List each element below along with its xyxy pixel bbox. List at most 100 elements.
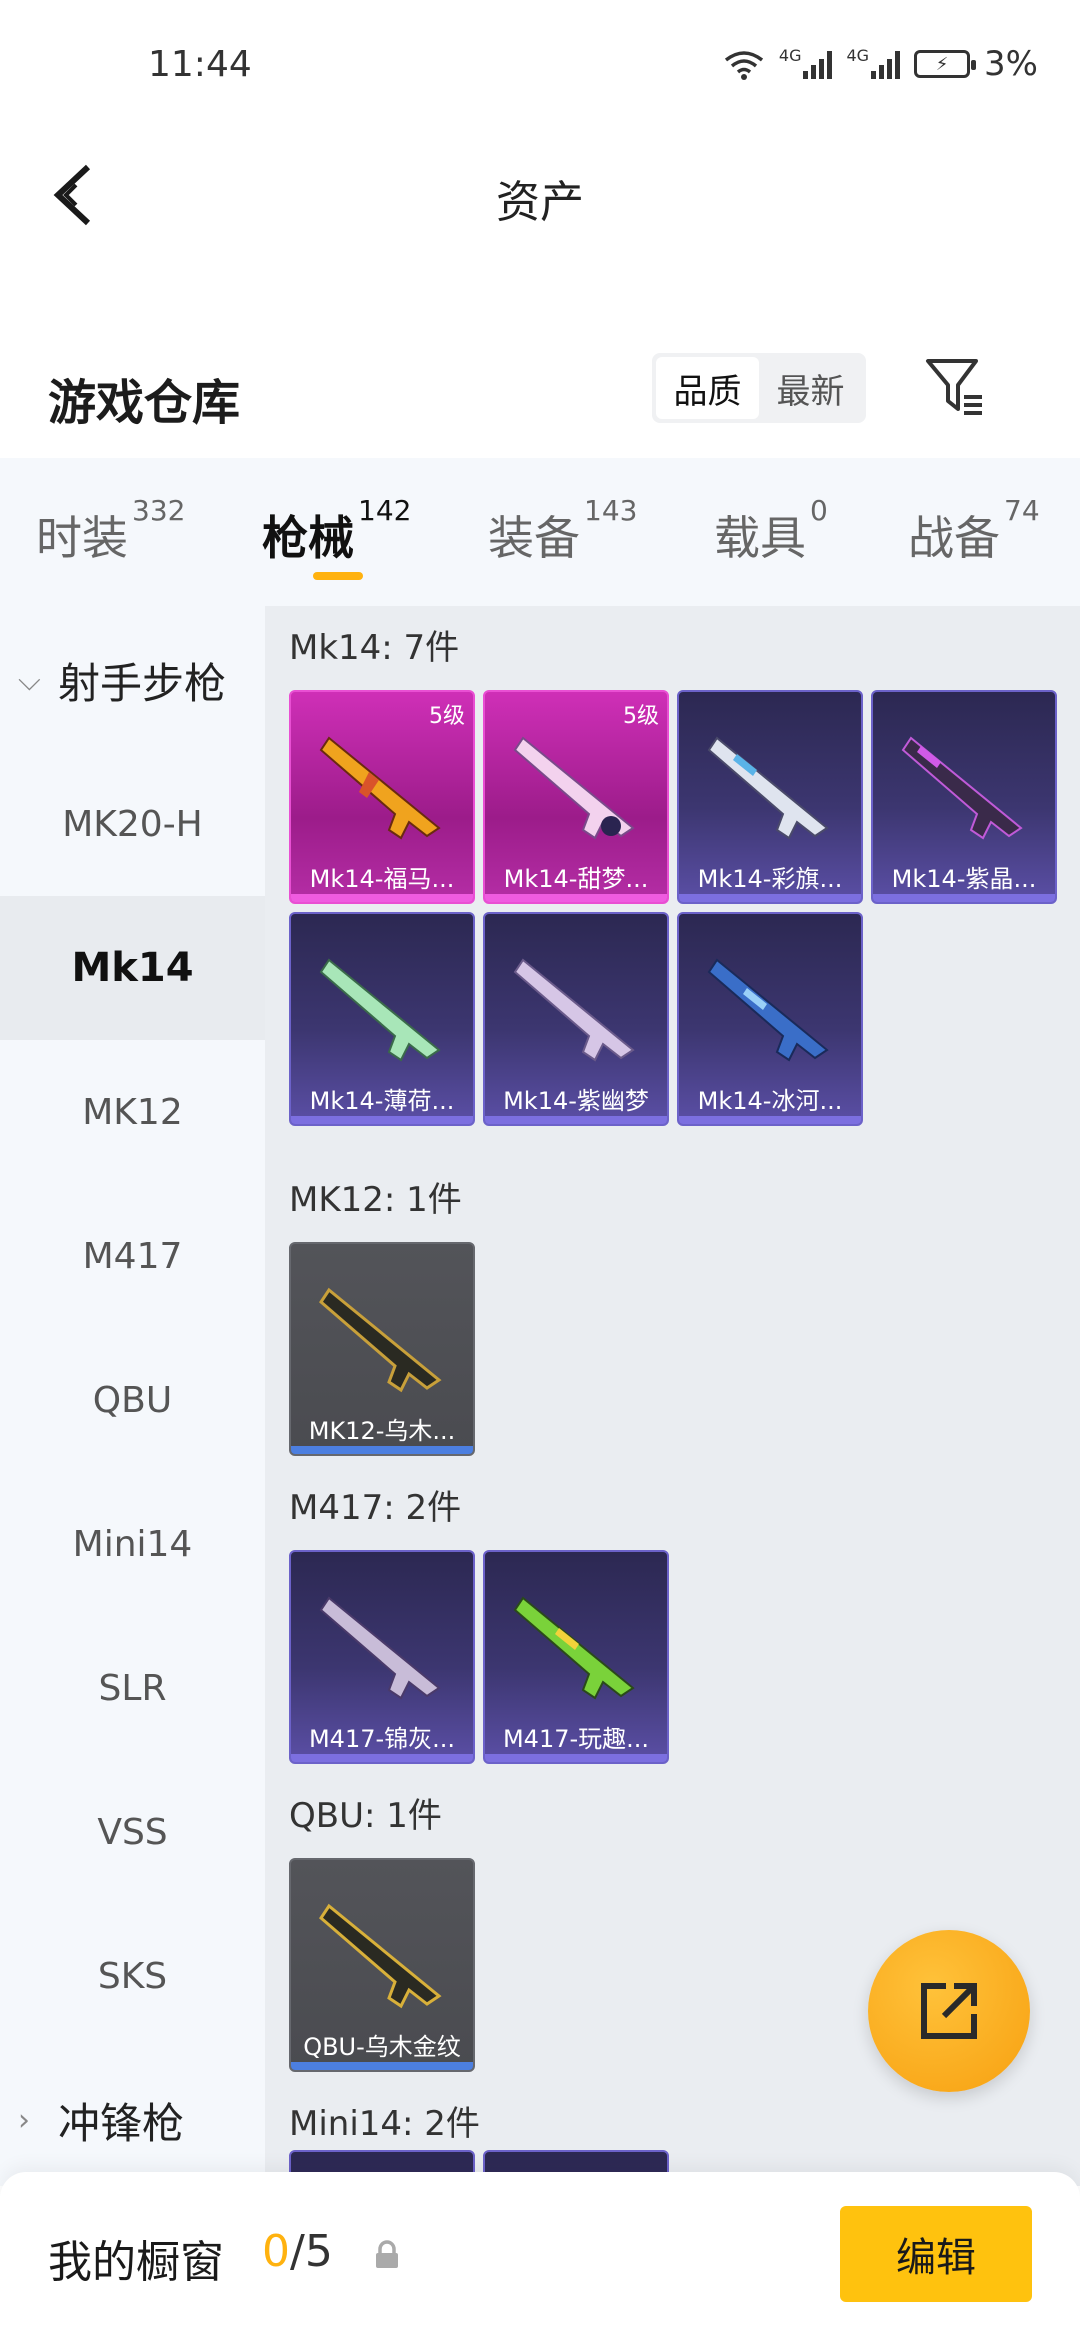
- item-card[interactable]: Mk14-紫晶...: [871, 690, 1057, 904]
- item-card[interactable]: 5级 Mk14-福马...: [289, 690, 475, 904]
- sidebar-item-qbu[interactable]: QBU: [0, 1328, 265, 1472]
- tab-firearms[interactable]: 枪械142: [262, 494, 411, 568]
- sidebar-item-mk20h[interactable]: MK20-H: [0, 752, 265, 896]
- tab-count: 142: [358, 494, 412, 527]
- sidebar-item-vss[interactable]: VSS: [0, 1760, 265, 1904]
- tab-label: 载具: [714, 511, 806, 565]
- rifle-icon: [513, 1596, 635, 1700]
- edit-button[interactable]: 编辑: [840, 2206, 1032, 2302]
- tab-equipment[interactable]: 装备143: [488, 494, 637, 568]
- group-label-mk12: MK12: 1件: [289, 1180, 462, 1220]
- sort-quality-button[interactable]: 品质: [656, 357, 759, 419]
- sidebar: ⌵ 射手步枪 MK20-H Mk14 MK12 M417 QBU Mini14 …: [0, 606, 265, 2186]
- section-header: 游戏仓库 品质 最新: [0, 345, 1080, 455]
- item-card[interactable]: 5级 Mk14-甜梦...: [483, 690, 669, 904]
- status-icons: 4G 4G ⚡ 3%: [723, 44, 1038, 84]
- item-name: Mk14-紫幽梦: [503, 1087, 649, 1115]
- rifle-icon: [707, 958, 829, 1062]
- tab-label: 装备: [488, 511, 580, 565]
- sidebar-item-slr[interactable]: SLR: [0, 1616, 265, 1760]
- rifle-icon: [319, 1287, 442, 1393]
- rarity-strip: [485, 1754, 667, 1762]
- item-card[interactable]: Mk14-紫幽梦: [483, 912, 669, 1126]
- tab-fashion[interactable]: 时装332: [36, 494, 185, 568]
- rarity-strip: [873, 894, 1055, 902]
- tab-vehicles[interactable]: 载具0: [714, 494, 828, 568]
- share-fab[interactable]: [868, 1930, 1030, 2092]
- rifle-icon: [319, 1596, 441, 1700]
- showcase-total: /5: [290, 2226, 333, 2277]
- sidebar-item-mini14[interactable]: Mini14: [0, 1472, 265, 1616]
- group-label-qbu: QBU: 1件: [289, 1796, 442, 1836]
- item-card[interactable]: QBU-乌木金纹: [289, 1858, 475, 2072]
- active-tab-indicator: [313, 572, 363, 580]
- item-name: Mk14-冰河...: [697, 1087, 843, 1115]
- sidebar-item-sks[interactable]: SKS: [0, 1904, 265, 2048]
- group-label-mini14: Mini14: 2件: [289, 2104, 480, 2144]
- rifle-icon: [707, 736, 829, 840]
- tab-count: 74: [1004, 494, 1040, 527]
- lock-icon: [376, 2240, 398, 2268]
- network-type-1: 4G: [778, 46, 802, 65]
- sidebar-item-mk12[interactable]: MK12: [0, 1040, 265, 1184]
- tab-label: 战备: [908, 511, 1000, 565]
- item-card[interactable]: Mk14-薄荷...: [289, 912, 475, 1126]
- item-card[interactable]: Mk14-冰河...: [677, 912, 863, 1126]
- item-card[interactable]: Mk14-彩旗...: [677, 690, 863, 904]
- group-label-m417: M417: 2件: [289, 1488, 462, 1528]
- tab-label: 时装: [36, 511, 128, 565]
- rarity-strip: [291, 894, 473, 902]
- signal-1-icon: 4G: [778, 46, 833, 79]
- tab-supplies[interactable]: 战备74: [908, 494, 1040, 568]
- item-name: Mk14-薄荷...: [309, 1087, 455, 1115]
- sidebar-group-smg[interactable]: › 冲锋枪: [0, 2048, 265, 2192]
- item-card[interactable]: MK12-乌木...: [289, 1242, 475, 1456]
- item-name: QBU-乌木金纹: [303, 2033, 461, 2061]
- rifle-icon: [319, 958, 441, 1062]
- item-name: Mk14-福马...: [309, 865, 455, 893]
- tab-label: 枪械: [262, 511, 354, 565]
- sort-newest-button[interactable]: 最新: [759, 357, 862, 419]
- item-card[interactable]: M417-锦灰...: [289, 1550, 475, 1764]
- battery-icon: ⚡: [914, 50, 977, 78]
- item-name: Mk14-甜梦...: [503, 865, 649, 893]
- rifle-icon: [513, 736, 635, 840]
- item-name: Mk14-彩旗...: [697, 865, 843, 893]
- tab-count: 143: [584, 494, 638, 527]
- battery-percent: 3%: [984, 44, 1038, 84]
- showcase-label: 我的橱窗: [48, 2237, 224, 2288]
- item-name: Mk14-紫晶...: [891, 865, 1037, 893]
- rarity-strip: [679, 894, 861, 902]
- rifle-icon: [319, 1903, 442, 2009]
- rarity-strip: [291, 2062, 473, 2070]
- rarity-strip: [485, 1116, 667, 1124]
- showcase-used: 0: [262, 2226, 290, 2277]
- item-name: MK12-乌木...: [308, 1417, 456, 1445]
- wifi-icon: [724, 51, 763, 80]
- category-tabs: 时装332 枪械142 装备143 载具0 战备74: [0, 458, 1080, 606]
- sidebar-item-mk14[interactable]: Mk14: [0, 896, 265, 1040]
- showcase-bar: 我的橱窗 0/5 编辑: [0, 2172, 1080, 2340]
- tab-count: 332: [132, 494, 186, 527]
- chevron-down-icon: ⌵: [18, 662, 41, 698]
- external-link-icon: [921, 1983, 977, 2039]
- sort-toggle: 品质 最新: [652, 353, 866, 423]
- sidebar-group-marksman[interactable]: ⌵ 射手步枪: [0, 608, 265, 752]
- group-label-mk14: Mk14: 7件: [289, 628, 460, 668]
- item-card[interactable]: M417-玩趣...: [483, 1550, 669, 1764]
- rifle-icon: [319, 736, 441, 840]
- rifle-icon: [901, 736, 1023, 840]
- status-bar: 11:44 4G 4G ⚡ 3%: [0, 0, 1080, 130]
- rarity-strip: [485, 894, 667, 902]
- chevron-right-icon: ›: [18, 2102, 30, 2138]
- filter-icon: [926, 359, 982, 415]
- sidebar-item-m417[interactable]: M417: [0, 1184, 265, 1328]
- filter-button[interactable]: [924, 355, 986, 419]
- rifle-icon: [513, 958, 635, 1062]
- status-time: 11:44: [148, 44, 252, 85]
- rarity-strip: [679, 1116, 861, 1124]
- item-name: M417-锦灰...: [308, 1725, 456, 1753]
- rarity-strip: [291, 1754, 473, 1762]
- showcase-count: 0/5: [262, 2226, 333, 2277]
- item-name: M417-玩趣...: [502, 1725, 650, 1753]
